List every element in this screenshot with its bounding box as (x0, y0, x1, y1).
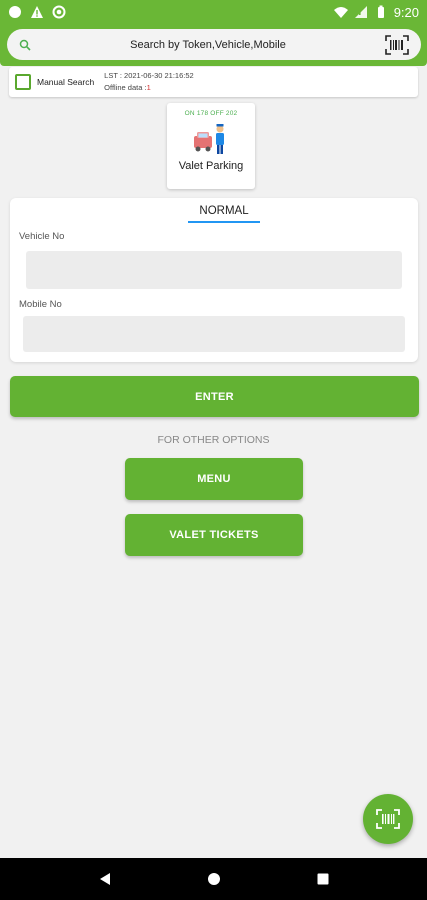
circle-dot-icon (52, 5, 66, 19)
search-header: Search by Token,Vehicle,Mobile (0, 24, 427, 66)
search-input[interactable]: Search by Token,Vehicle,Mobile (31, 39, 385, 51)
scan-fab-button[interactable] (363, 794, 413, 844)
entry-form-card: NORMAL Vehicle No Mobile No (10, 198, 418, 362)
mobile-no-field[interactable] (23, 316, 405, 352)
barcode-scan-icon[interactable] (385, 34, 409, 55)
valet-parking-label: Valet Parking (178, 160, 244, 172)
warning-icon (31, 6, 43, 18)
sync-info: LST : 2021-06-30 21:16:52 Offline data :… (104, 70, 194, 94)
enter-button[interactable]: ENTER (10, 376, 419, 417)
offline-data-label: Offline data : (104, 83, 147, 92)
other-options-label: FOR OTHER OPTIONS (157, 434, 270, 446)
menu-button[interactable]: MENU (125, 458, 303, 500)
status-time: 9:20 (393, 4, 419, 20)
navigation-bar (0, 858, 427, 900)
home-icon[interactable] (207, 872, 221, 886)
manual-search-card: Manual Search LST : 2021-06-30 21:16:52 … (9, 67, 418, 97)
circle-icon (9, 6, 21, 18)
valet-tickets-button[interactable]: VALET TICKETS (125, 514, 303, 556)
vehicle-no-label: Vehicle No (19, 231, 65, 242)
search-bar[interactable]: Search by Token,Vehicle,Mobile (7, 29, 421, 60)
offline-data-count: 1 (146, 83, 151, 92)
recents-icon[interactable] (316, 872, 330, 886)
status-bar: 9:20 (0, 0, 427, 24)
manual-search-label: Manual Search (37, 77, 95, 87)
signal-icon (354, 6, 367, 18)
battery-icon (377, 5, 384, 18)
valet-stats: ON 178 OFF 202 (184, 110, 238, 117)
valet-parking-card[interactable]: ON 178 OFF 202 Valet Parking (167, 103, 255, 189)
valet-parking-icon (194, 124, 224, 154)
wifi-icon (333, 7, 348, 18)
manual-search-checkbox[interactable] (15, 74, 31, 90)
mobile-no-label: Mobile No (19, 299, 62, 310)
tab-normal[interactable]: NORMAL (188, 205, 260, 223)
search-icon (19, 39, 31, 51)
barcode-scan-icon (376, 809, 400, 829)
back-icon[interactable] (98, 872, 112, 886)
vehicle-no-field[interactable] (26, 251, 402, 289)
last-sync-text: LST : 2021-06-30 21:16:52 (104, 71, 194, 80)
